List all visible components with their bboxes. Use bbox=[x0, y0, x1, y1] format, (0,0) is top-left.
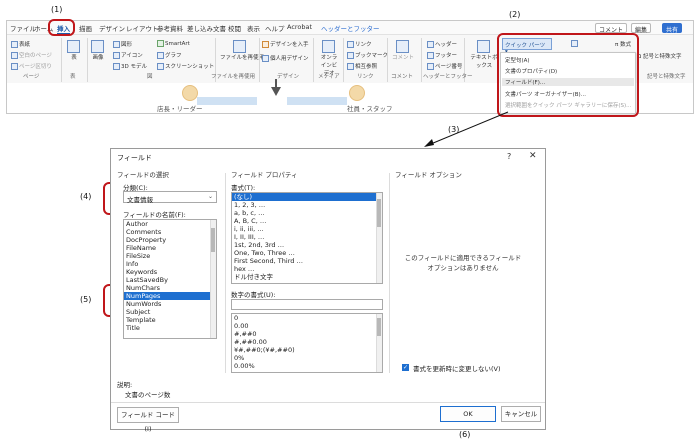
field-name-item[interactable]: Title bbox=[124, 324, 216, 332]
field-name-item[interactable]: FileName bbox=[124, 244, 216, 252]
field-name-item[interactable]: Template bbox=[124, 316, 216, 324]
field-name-item[interactable]: DocProperty bbox=[124, 236, 216, 244]
category-select[interactable]: 文書情報 ⌄ bbox=[123, 191, 217, 204]
field-names-scrollbar[interactable] bbox=[210, 220, 216, 338]
chevron-down-icon: ⌄ bbox=[207, 193, 213, 200]
field-dialog: フィールド ? ✕ フィールドの選択 フィールド プロパティ フィールド オプシ… bbox=[110, 148, 546, 433]
help-button[interactable]: ? bbox=[507, 152, 511, 161]
field-name-item[interactable]: NumChars bbox=[124, 284, 216, 292]
field-name-item[interactable]: FileSize bbox=[124, 252, 216, 260]
field-name-item[interactable]: LastSavedBy bbox=[124, 276, 216, 284]
field-properties-header: フィールド プロパティ bbox=[231, 171, 298, 179]
field-name-item[interactable]: Keywords bbox=[124, 268, 216, 276]
format-item[interactable]: i, ii, iii, … bbox=[232, 225, 382, 233]
format-item[interactable]: ドル付き文字 bbox=[232, 273, 382, 281]
number-format-item[interactable]: 0 bbox=[232, 314, 382, 322]
number-format-item[interactable]: ¥#,##0;(¥#,##0) bbox=[232, 346, 382, 354]
category-value: 文書情報 bbox=[127, 196, 153, 204]
select-field-header: フィールドの選択 bbox=[117, 171, 169, 179]
field-codes-button[interactable]: フィールド コード(I) bbox=[117, 407, 179, 433]
field-options-header: フィールド オプション bbox=[395, 171, 462, 179]
field-name-item[interactable]: Subject bbox=[124, 308, 216, 316]
format-item[interactable]: a, b, c, … bbox=[232, 209, 382, 217]
scrollbar-thumb[interactable] bbox=[377, 199, 381, 227]
format-item[interactable]: I, II, III, … bbox=[232, 233, 382, 241]
field-name-item[interactable]: Author bbox=[124, 220, 216, 228]
format-item[interactable]: 1, 2, 3, … bbox=[232, 201, 382, 209]
number-format-item[interactable]: 0.00% bbox=[232, 362, 382, 370]
format-item[interactable]: First Second, Third … bbox=[232, 257, 382, 265]
callout-number-2: (2) bbox=[509, 10, 521, 19]
no-options-message: このフィールドに適用できるフィールド オプションはありません bbox=[404, 254, 522, 272]
cancel-button[interactable]: キャンセル bbox=[501, 406, 541, 422]
format-item-selected[interactable]: (なし) bbox=[232, 193, 382, 201]
footer-divider bbox=[111, 402, 545, 403]
format-item[interactable]: hex … bbox=[232, 265, 382, 273]
section-divider bbox=[225, 173, 226, 373]
number-format-input[interactable] bbox=[231, 299, 383, 310]
section-divider bbox=[389, 173, 390, 373]
scrollbar-thumb[interactable] bbox=[211, 228, 215, 252]
format-item[interactable]: One, Two, Three … bbox=[232, 249, 382, 257]
field-name-item[interactable]: Info bbox=[124, 260, 216, 268]
format-label: 書式(T): bbox=[231, 184, 256, 192]
close-icon[interactable]: ✕ bbox=[529, 151, 537, 161]
callout-number-4: (4) bbox=[80, 192, 92, 201]
description-label: 説明: bbox=[117, 381, 133, 389]
ok-button[interactable]: OK bbox=[440, 406, 496, 422]
field-name-item-selected[interactable]: NumPages bbox=[124, 292, 216, 300]
callout-number-1: (1) bbox=[51, 5, 63, 14]
format-list[interactable]: (なし) 1, 2, 3, … a, b, c, … A, B, C, … i,… bbox=[231, 192, 383, 284]
format-item[interactable]: A, B, C, … bbox=[232, 217, 382, 225]
scrollbar-thumb[interactable] bbox=[377, 318, 381, 336]
callout-number-5: (5) bbox=[80, 295, 92, 304]
dialog-title: フィールド bbox=[117, 154, 152, 162]
number-format-item[interactable]: #,##0 bbox=[232, 330, 382, 338]
description-text: 文書のページ数 bbox=[125, 391, 171, 399]
number-format-list[interactable]: 0 0.00 #,##0 #,##0.00 ¥#,##0;(¥#,##0) 0%… bbox=[231, 313, 383, 373]
preserve-format-checkbox[interactable]: ✓ bbox=[402, 364, 409, 371]
number-format-item[interactable]: 0% bbox=[232, 354, 382, 362]
number-format-scrollbar[interactable] bbox=[376, 314, 382, 372]
check-icon: ✓ bbox=[403, 364, 409, 371]
field-name-item[interactable]: NumWords bbox=[124, 300, 216, 308]
number-format-item[interactable]: #,##0.00 bbox=[232, 338, 382, 346]
format-item[interactable]: 1st, 2nd, 3rd … bbox=[232, 241, 382, 249]
field-names-label: フィールドの名前(F): bbox=[123, 211, 186, 219]
number-format-item[interactable]: 0.00 bbox=[232, 322, 382, 330]
callout-number-3: (3) bbox=[448, 125, 460, 134]
field-names-list[interactable]: Author Comments DocProperty FileName Fil… bbox=[123, 219, 217, 339]
field-name-item[interactable]: Comments bbox=[124, 228, 216, 236]
format-scrollbar[interactable] bbox=[376, 193, 382, 283]
number-format-label: 数字の書式(U): bbox=[231, 291, 276, 299]
callout-number-6: (6) bbox=[459, 430, 471, 439]
preserve-format-label[interactable]: 書式を更新時に変更しない(V) bbox=[413, 363, 501, 373]
